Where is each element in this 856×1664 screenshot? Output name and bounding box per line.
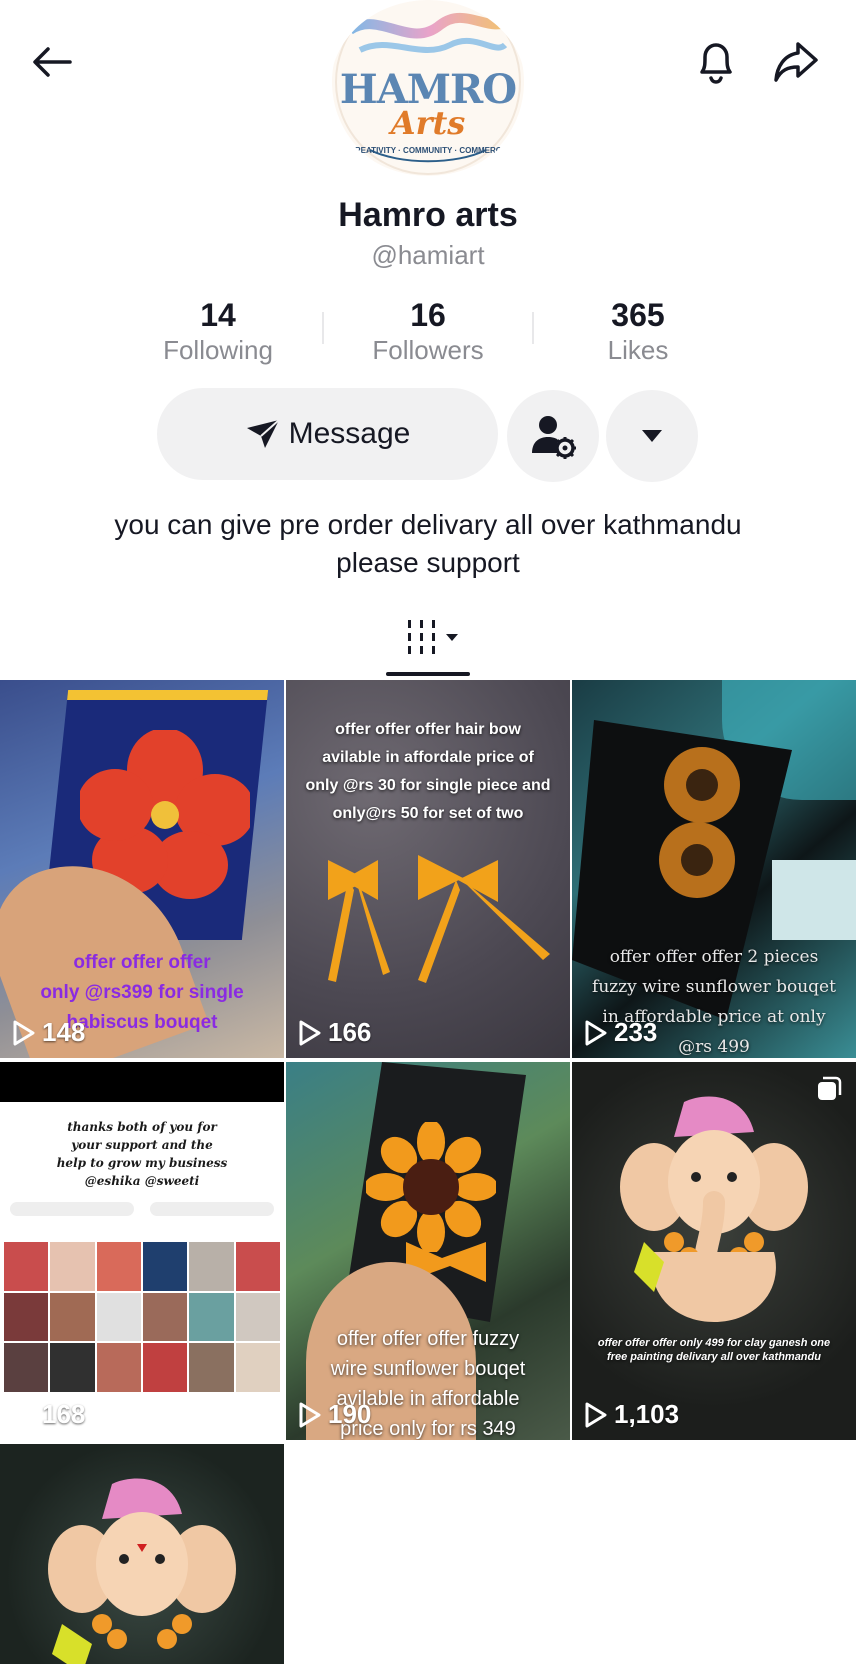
view-count: 1,103 [584, 1399, 679, 1430]
ganesh-image [48, 1478, 236, 1664]
video-tile[interactable]: offer offer offer only 499 for clay gane… [572, 1062, 856, 1440]
stat-following[interactable]: 14 Following [118, 296, 318, 366]
view-count: 233 [584, 1017, 657, 1048]
building-shape [772, 860, 856, 940]
video-tile[interactable] [0, 1444, 284, 1664]
profile-handle: @hamiart [371, 240, 485, 270]
paper-plane-icon [246, 419, 280, 448]
play-icon [299, 1402, 321, 1427]
user-settings-button[interactable] [507, 390, 599, 482]
stat-likes[interactable]: 365 Likes [538, 296, 738, 366]
stat-label: Following [163, 335, 273, 365]
view-count-value: 190 [328, 1399, 372, 1429]
play-icon [585, 1020, 607, 1045]
bio-line: please support [336, 547, 520, 578]
stat-followers[interactable]: 16 Followers [328, 296, 528, 366]
notification-button[interactable] [688, 34, 744, 90]
logo-subtitle: Arts [390, 104, 466, 142]
view-count-value: 148 [42, 1017, 86, 1047]
sunflower-image [659, 747, 740, 898]
play-icon [13, 1402, 35, 1427]
share-icon [774, 42, 818, 82]
back-arrow-icon [33, 47, 72, 77]
video-tile[interactable]: offer offer offer hair bow avilable in a… [286, 680, 570, 1058]
view-count: 168 [12, 1399, 85, 1430]
user-gear-icon [532, 416, 576, 459]
stat-label: Likes [607, 335, 669, 365]
bell-icon [700, 43, 732, 84]
share-button[interactable] [768, 34, 824, 90]
tab-indicator [386, 672, 470, 676]
view-count: 190 [298, 1399, 371, 1430]
stat-divider [322, 312, 324, 344]
play-icon [299, 1020, 321, 1045]
stat-value: 16 [410, 297, 446, 333]
view-count-value: 233 [614, 1017, 658, 1047]
view-count-value: 1,103 [614, 1399, 680, 1429]
mini-grid [4, 1242, 280, 1392]
mini-button [10, 1202, 134, 1216]
stat-value: 365 [611, 297, 665, 333]
video-caption: offer offer offer hair bow avilable in a… [305, 721, 551, 822]
video-tile[interactable]: offer offer offer 2 pieces fuzzy wire su… [572, 680, 856, 1058]
view-count-value: 166 [328, 1017, 372, 1047]
profile-name: Hamro arts [338, 196, 518, 234]
black-bar [0, 1062, 284, 1102]
more-dropdown-button[interactable] [606, 390, 698, 482]
video-tile[interactable]: offer offer offer fuzzy wire sunflower b… [286, 1062, 570, 1440]
ganesh-image [620, 1096, 808, 1322]
back-button[interactable] [24, 34, 80, 90]
stat-divider [532, 312, 534, 344]
videos-grid-tab[interactable] [402, 614, 462, 662]
video-tile[interactable]: offer offer offer only @rs399 for single… [0, 680, 284, 1058]
view-count-value: 168 [42, 1399, 86, 1429]
play-icon [13, 1020, 35, 1045]
avatar[interactable]: HAMRO Arts CREATIVITY · COMMUNITY · COMM… [330, 0, 526, 176]
view-count: 148 [12, 1017, 85, 1048]
bio-line: you can give pre order delivary all over… [114, 509, 742, 540]
message-label: Message [288, 417, 411, 450]
video-caption: thanks both of you for your support and … [56, 1120, 228, 1188]
play-icon [585, 1402, 607, 1427]
sunflower-image [366, 1122, 496, 1252]
mini-button [150, 1202, 274, 1216]
stat-value: 14 [200, 297, 236, 333]
grid-tab-icon [408, 620, 458, 654]
caret-down-icon [642, 430, 662, 442]
video-caption: offer offer offer only 499 for clay gane… [597, 1337, 831, 1363]
logo-ring-text: CREATIVITY · COMMUNITY · COMMERCE [349, 146, 507, 155]
bows-image [328, 855, 550, 983]
view-count: 166 [298, 1017, 371, 1048]
multi-image-icon [816, 1076, 842, 1102]
profile-bio: you can give pre order delivary all over… [0, 506, 856, 582]
stat-label: Followers [372, 335, 484, 365]
video-tile[interactable]: thanks both of you for your support and … [0, 1062, 284, 1440]
message-button[interactable]: Message [157, 388, 498, 480]
